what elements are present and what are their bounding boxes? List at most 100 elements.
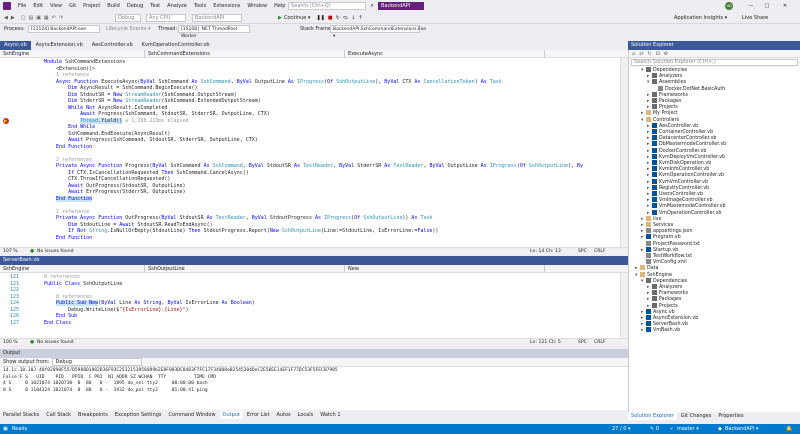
- dock-tab-call-stack[interactable]: Call Stack: [43, 411, 74, 419]
- save-icon[interactable]: ▣: [36, 15, 41, 21]
- vb-file-icon: [652, 147, 657, 153]
- bottom-vertical-scrollbar[interactable]: [620, 273, 628, 338]
- lifecycle-events-dropdown[interactable]: Lifecycle Events ▾: [106, 26, 151, 33]
- search-icon[interactable]: ⌕: [368, 2, 376, 10]
- process-dropdown[interactable]: [11124] BackendAPI.exe: [28, 25, 100, 33]
- sync-icon[interactable]: ⇄: [639, 51, 643, 57]
- dock-tab-parallel-stacks[interactable]: Parallel Stacks: [0, 411, 42, 419]
- issues-status[interactable]: No issues found: [37, 248, 74, 255]
- menu-extensions[interactable]: Extensions: [213, 3, 240, 9]
- member-nav-dropdown[interactable]: ExecuteAsync: [345, 50, 545, 57]
- home-icon[interactable]: ⌂: [632, 51, 635, 57]
- bottom-type-nav-dropdown[interactable]: SshOutputLine: [145, 265, 345, 272]
- vb-file-icon: [652, 122, 657, 128]
- dock-tab-exception-settings[interactable]: Exception Settings: [112, 411, 165, 419]
- dock-tab-locals[interactable]: Locals: [295, 411, 317, 419]
- forward-icon[interactable]: ▶: [11, 15, 15, 21]
- tree-node[interactable]: ▸ VmBash.vb: [641, 327, 680, 333]
- menu-project[interactable]: Project: [83, 3, 100, 9]
- step-over-icon[interactable]: ⤼: [343, 15, 348, 21]
- new-file-icon[interactable]: ▢: [21, 15, 26, 21]
- platform-dropdown[interactable]: Any CPU: [146, 14, 186, 22]
- editor-tab-async-vb[interactable]: Async.vb: [0, 41, 31, 50]
- menu-test[interactable]: Test: [150, 3, 160, 9]
- bottom-project-nav-dropdown[interactable]: SshEngine: [0, 265, 145, 272]
- close-button[interactable]: ✕: [778, 0, 792, 12]
- menu-debug[interactable]: Debug: [127, 3, 143, 9]
- solution-search-input[interactable]: Search Solution Explorer (Ctrl+;): [631, 59, 798, 66]
- git-repository[interactable]: BackendAPI ▾: [725, 424, 758, 434]
- bottom-member-nav-dropdown[interactable]: New: [345, 265, 545, 272]
- dock-tab-watch-1[interactable]: Watch 1: [317, 411, 343, 419]
- solution-explorer-header: Solution Explorer: [628, 41, 800, 50]
- menu-file[interactable]: File: [18, 3, 26, 9]
- editor-tab-asyncextension-vb[interactable]: AsyncExtension.vb: [32, 41, 87, 50]
- se-tab-properties[interactable]: Properties: [715, 412, 746, 420]
- se-tab-solution-explorer[interactable]: Solution Explorer: [628, 412, 677, 420]
- restart-icon[interactable]: ↻: [336, 15, 340, 21]
- line-endings[interactable]: CRLF: [594, 248, 606, 255]
- redo-icon[interactable]: ↷: [59, 15, 63, 21]
- bottom-tab-serverbash[interactable]: ServerBash.vb: [3, 257, 39, 263]
- undo-icon[interactable]: ↶: [52, 15, 56, 21]
- menu-build[interactable]: Build: [107, 3, 120, 9]
- zoom-level[interactable]: 107 %: [3, 248, 18, 255]
- continue-button[interactable]: Continue ▾: [284, 15, 311, 21]
- bottom-code-editor[interactable]: 0 references 121 Public Class SshOutputLin…: [0, 273, 628, 338]
- live-share-button[interactable]: Live Share: [742, 14, 768, 22]
- dependency-icon: [652, 98, 657, 103]
- top-code-editor[interactable]: ▶ Module SshCommandExtensions <Extension…: [0, 58, 628, 247]
- application-insights-button[interactable]: Application Insights ▾: [674, 14, 727, 22]
- collapse-all-icon[interactable]: ⊟: [656, 51, 660, 57]
- se-tab-git-changes[interactable]: Git Changes: [678, 412, 715, 420]
- step-out-icon[interactable]: ↑: [358, 15, 362, 21]
- stop-icon[interactable]: ■: [328, 15, 333, 21]
- project-nav-dropdown[interactable]: SshEngine: [0, 50, 145, 57]
- properties-icon[interactable]: ⚙: [664, 51, 668, 57]
- bottom-zoom-level[interactable]: 100 %: [3, 339, 18, 346]
- output-line: 0 S 0 1104324 1021074 0 80 0 - 1932 do_p…: [3, 387, 208, 393]
- step-into-icon[interactable]: ↓: [351, 15, 355, 21]
- dock-tab-command-window[interactable]: Command Window: [166, 411, 219, 419]
- stack-frame-dropdown[interactable]: BackendAPI.SshCommandExtensions.Exe ▾: [330, 25, 426, 39]
- bottom-line-endings[interactable]: CRLF: [594, 339, 606, 346]
- maximize-button[interactable]: □: [760, 0, 774, 12]
- config-dropdown[interactable]: Debug: [115, 14, 141, 22]
- type-nav-dropdown[interactable]: SshCommandExtensions: [145, 50, 345, 57]
- dock-tab-error-list[interactable]: Error List: [244, 411, 273, 419]
- output-source-dropdown[interactable]: Debug: [52, 358, 143, 366]
- menu-view[interactable]: View: [50, 3, 62, 9]
- startup-project-dropdown[interactable]: BackendAPI: [192, 14, 242, 22]
- dock-tab-breakpoints[interactable]: Breakpoints: [75, 411, 111, 419]
- pause-icon[interactable]: ❚❚: [316, 15, 324, 21]
- dock-tab-autos[interactable]: Autos: [273, 411, 293, 419]
- play-icon[interactable]: ▶: [278, 15, 282, 21]
- refresh-icon[interactable]: ↻: [647, 51, 651, 57]
- vertical-scrollbar[interactable]: [620, 58, 628, 247]
- menu-window[interactable]: Window: [247, 3, 267, 9]
- git-branch[interactable]: master ▾: [677, 424, 699, 434]
- notifications-icon[interactable]: 🔔: [786, 424, 792, 434]
- pending-changes[interactable]: ✎ 0: [650, 424, 659, 434]
- open-folder-icon[interactable]: ▤: [28, 15, 33, 21]
- menu-help[interactable]: Help: [274, 3, 285, 9]
- editor-tab-aescontroller-vb[interactable]: AesController.vb: [88, 41, 137, 50]
- thread-dropdown[interactable]: [15108] .NET ThreadPool Worker: [178, 25, 250, 39]
- output-text[interactable]: 14.1c.10.10J 40f02090F55/D5988D1982D36F9…: [0, 367, 628, 410]
- save-all-icon[interactable]: ▦: [44, 15, 49, 21]
- minimize-button[interactable]: —: [744, 0, 758, 12]
- menu-edit[interactable]: Edit: [33, 3, 43, 9]
- dock-tab-output[interactable]: Output: [219, 411, 243, 419]
- menu-git[interactable]: Git: [69, 3, 76, 9]
- menu-analyze[interactable]: Analyze: [167, 3, 187, 9]
- bottom-issues-status[interactable]: No issues found: [37, 339, 74, 346]
- error-count[interactable]: 27 / 0 ▾: [612, 424, 631, 434]
- editor-tab-kvmoperationcontroller-vb[interactable]: KvmOperationController.vb: [138, 41, 214, 50]
- avatar[interactable]: HD: [725, 2, 733, 10]
- search-input[interactable]: Search (Ctrl+Q): [288, 2, 366, 10]
- bottom-indent-mode[interactable]: SPC: [578, 339, 587, 346]
- indent-mode[interactable]: SPC: [578, 248, 587, 255]
- file-icon: [646, 253, 651, 258]
- menu-tools[interactable]: Tools: [194, 3, 206, 9]
- back-icon[interactable]: ◀: [4, 15, 8, 21]
